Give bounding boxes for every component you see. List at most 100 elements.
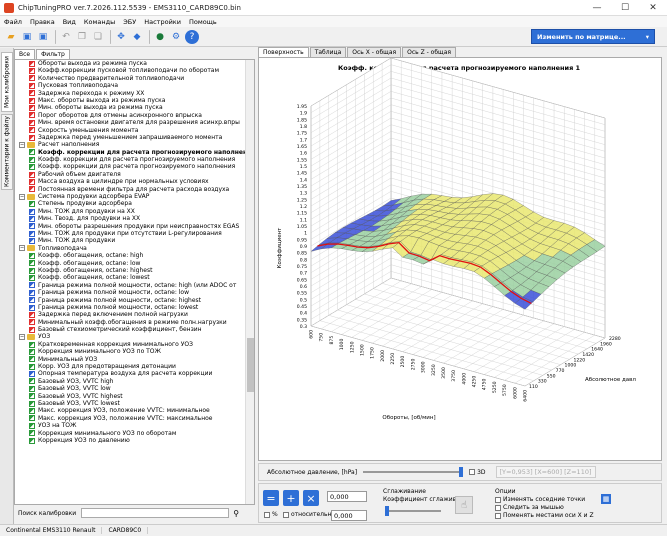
tree-item[interactable]: Мин. обороты выхода из режима пуска — [15, 104, 254, 111]
menu-commands[interactable]: Команды — [80, 18, 119, 26]
tree-item[interactable]: УОЗ на ТОЖ — [15, 422, 254, 429]
maximize-button[interactable]: ☐ — [611, 0, 639, 16]
tree-item[interactable]: Рабочий объем двигателя — [15, 171, 254, 178]
tree-category[interactable]: − Система продувки адсорбера EVAP — [15, 193, 254, 200]
tree-item[interactable]: Коэфф. обогащения, octane: lowest — [15, 274, 254, 281]
tree-item[interactable]: Граница режима полной мощности, octane: … — [15, 289, 254, 296]
menu-file[interactable]: Файл — [0, 18, 26, 26]
set-value-button[interactable]: = — [263, 490, 279, 506]
tree-item[interactable]: Задержка перехода к режиму XX — [15, 90, 254, 97]
tree-item[interactable]: Коэфф. обогащения, octane: high — [15, 252, 254, 259]
binoculars-icon[interactable]: ⚲ — [233, 509, 239, 518]
tree-item[interactable]: Макс. коррекция УОЗ, положение VVTC: мин… — [15, 407, 254, 414]
tree-item[interactable]: Порог оборотов для отмены асинхронного в… — [15, 112, 254, 119]
menu-ecu[interactable]: ЭБУ — [119, 18, 140, 26]
tree-item[interactable]: Кратковременная коррекция минимального У… — [15, 341, 254, 348]
tree-item[interactable]: Коррекция минимального УОЗ по оборотам — [15, 430, 254, 437]
tree-item[interactable]: Пусковая топливоподача — [15, 82, 254, 89]
tree-item[interactable]: Корр. УОЗ для предотвращения детонации — [15, 363, 254, 370]
surface-chart-pane[interactable]: Коэфф. коррекции для расчета прогнозируе… — [258, 57, 662, 461]
tree-item[interactable]: Мин. ТОЖ для продувки при отсутствии L-р… — [15, 230, 254, 237]
help-icon[interactable]: ? — [185, 29, 199, 44]
add-value-button[interactable]: + — [283, 490, 299, 506]
tree-item[interactable]: Граница режима полной мощности, octane: … — [15, 282, 254, 289]
tree-item[interactable]: Обороты выхода из режима пуска — [15, 60, 254, 67]
tree-item[interactable]: Минимальный коэфф.обогащения в режиме по… — [15, 319, 254, 326]
tree-item[interactable]: Базовый УОЗ, VVTC lowest — [15, 400, 254, 407]
scrollbar-thumb[interactable] — [247, 338, 254, 392]
tree-category[interactable]: − Расчет наполнения — [15, 141, 254, 148]
tab-file-comments[interactable]: Комментарии к файлу — [1, 114, 13, 190]
search-input[interactable] — [81, 508, 230, 518]
tab-filter[interactable]: Фильтр — [36, 49, 70, 59]
paste-icon[interactable]: ❏ — [91, 30, 105, 44]
close-button[interactable]: ✕ — [639, 0, 667, 16]
expand-toggle-icon[interactable]: − — [19, 245, 25, 252]
tree-item[interactable]: Коррекция минимального УОЗ по ТОЖ — [15, 348, 254, 355]
tree-item[interactable]: Коррекция УОЗ по давлению — [15, 437, 254, 444]
tree-item[interactable]: Коэфф. обогащения, octane: highest — [15, 267, 254, 274]
pressure-slider[interactable] — [363, 467, 464, 477]
tree-item[interactable]: Коэфф. коррекции для расчета прогнозируе… — [15, 156, 254, 163]
tree-item[interactable]: Мин. обороты разрешения продувки при неи… — [15, 223, 254, 230]
smoothing-slider[interactable] — [385, 506, 441, 516]
tree-category[interactable]: − Топливоподача — [15, 245, 254, 252]
tree-item[interactable]: Коэфф. обогащения, octane: low — [15, 260, 254, 267]
percent-checkbox[interactable]: % — [264, 511, 278, 518]
tree-item[interactable]: Мин. время остановки двигателя для разре… — [15, 119, 254, 126]
tree-item[interactable]: Коэфф. коррекции для расчета прогнозируе… — [15, 149, 254, 156]
tree-item[interactable]: Скорость уменьшения момента — [15, 127, 254, 134]
open-icon[interactable]: ▰ — [4, 30, 18, 44]
tree-item[interactable]: Масса воздуха в цилиндре при нормальных … — [15, 178, 254, 185]
tree-item[interactable]: Количество предварительной топливоподачи — [15, 75, 254, 82]
expand-toggle-icon[interactable]: − — [19, 334, 25, 341]
tree-item[interactable]: Коэфф. коррекции для расчета прогнозируе… — [15, 163, 254, 170]
expand-toggle-icon[interactable]: − — [19, 141, 25, 148]
tree-item[interactable]: Задержка перед уменьшением запрашиваемог… — [15, 134, 254, 141]
menu-settings[interactable]: Настройки — [140, 18, 185, 26]
relative-value-input[interactable]: 0,000 — [331, 510, 367, 521]
multiply-value-button[interactable]: × — [303, 490, 319, 506]
tree-item[interactable]: Постоянная времени фильтра для расчета р… — [15, 186, 254, 193]
grid-icon[interactable]: ▦ — [601, 494, 611, 504]
menu-view[interactable]: Вид — [59, 18, 80, 26]
smooth-apply-button[interactable]: ☝ — [455, 496, 473, 514]
value-input[interactable]: 0,000 — [327, 491, 367, 502]
save-icon[interactable]: ▣ — [20, 30, 34, 44]
tree-item[interactable]: Граница режима полной мощности, octane: … — [15, 304, 254, 311]
neighbor-points-checkbox[interactable]: Изменять соседние точки — [495, 496, 585, 503]
swap-axes-checkbox[interactable]: Поменять местами оси X и Z — [495, 512, 594, 519]
tab-axis-z[interactable]: Ось Z - общая — [402, 47, 456, 57]
smoothing-slider-thumb[interactable] — [385, 506, 389, 516]
tree-category[interactable]: − УОЗ — [15, 333, 254, 340]
tree-item[interactable]: Опорная температура воздуха для расчета … — [15, 370, 254, 377]
tree-item[interactable]: Макс. коррекция УОЗ, положение VVTC: мак… — [15, 415, 254, 422]
copy-icon[interactable]: ❐ — [75, 30, 89, 44]
relative-checkbox[interactable]: относительно — [283, 511, 335, 518]
minimize-button[interactable]: — — [583, 0, 611, 16]
tree-scrollbar[interactable] — [245, 60, 254, 504]
tree-item[interactable]: Мин. Твозд. для продувки на XX — [15, 215, 254, 222]
expand-toggle-icon[interactable]: − — [19, 193, 25, 200]
tree-item[interactable]: Граница режима полной мощности, octane: … — [15, 297, 254, 304]
menu-edit[interactable]: Правка — [26, 18, 59, 26]
tree-item[interactable]: Мин. ТОЖ для продувки на XX — [15, 208, 254, 215]
matrix-edit-button[interactable]: Изменить по матрице... ▾ — [531, 29, 655, 44]
tab-axis-x[interactable]: Ось X - общая — [347, 47, 402, 57]
follow-mouse-checkbox[interactable]: Следить за мышью — [495, 504, 564, 511]
undo-icon[interactable]: ↶ — [59, 30, 73, 44]
globe-icon[interactable]: ● — [153, 30, 167, 44]
tree-item[interactable]: Степень продувки адсорбера — [15, 200, 254, 207]
tree-item[interactable]: Задержка перед включением полной нагрузк… — [15, 311, 254, 318]
tree-item[interactable]: Макс. обороты выхода из режима пуска — [15, 97, 254, 104]
tree-item[interactable]: Коэфф.коррекции пусковой топливоподачи п… — [15, 67, 254, 74]
tab-surface[interactable]: Поверхность — [258, 47, 309, 57]
settings-icon[interactable]: ⚙ — [169, 30, 183, 44]
menu-help[interactable]: Помощь — [185, 18, 221, 26]
3d-checkbox[interactable]: 3D — [469, 469, 486, 476]
tree-item[interactable]: Базовый УОЗ, VVTC highest — [15, 393, 254, 400]
tree-item[interactable]: Минимальный УОЗ — [15, 356, 254, 363]
tree-item[interactable]: Базовый УОЗ, VVTC low — [15, 385, 254, 392]
diamond-icon[interactable]: ◆ — [130, 30, 144, 44]
tab-table[interactable]: Таблица — [309, 47, 347, 57]
